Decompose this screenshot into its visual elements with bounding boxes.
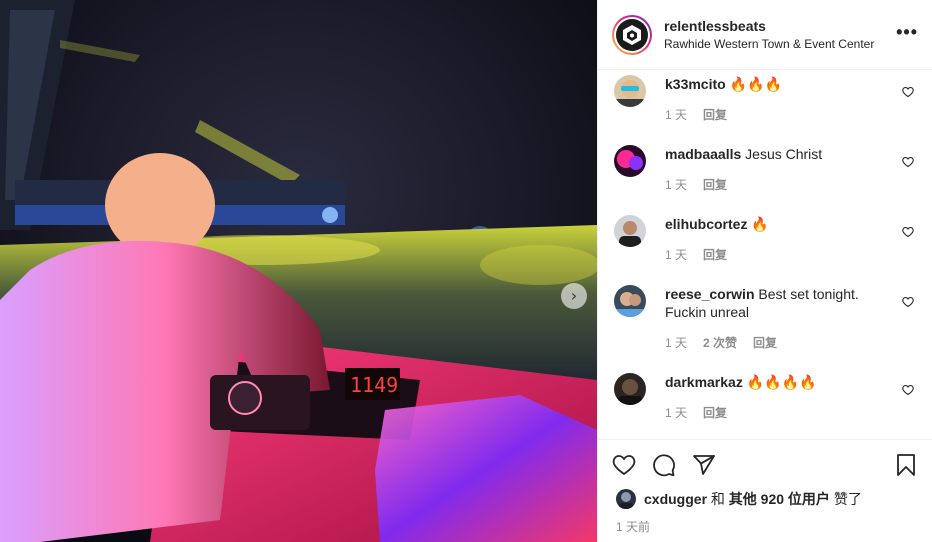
comment-item: reese_corwin Best set tonight. Fuckin un…	[614, 285, 920, 352]
reply-button[interactable]: 回复	[703, 176, 727, 194]
commenter-avatar[interactable]	[614, 373, 646, 405]
comment-like-button[interactable]	[902, 295, 914, 313]
heart-icon	[612, 455, 636, 476]
comment-text: 🔥🔥🔥	[729, 76, 782, 92]
comment-item: elihubcortez 🔥 1 天 回复	[614, 215, 920, 264]
comment-time[interactable]: 1 天	[665, 246, 687, 264]
heart-icon	[902, 226, 914, 238]
profile-avatar[interactable]	[612, 14, 652, 55]
share-button[interactable]	[692, 453, 716, 477]
post-location[interactable]: Rawhide Western Town & Event Center	[664, 37, 874, 51]
liker-avatar[interactable]	[616, 489, 636, 509]
comment-item: k33mcito 🔥🔥🔥 1 天 回复	[614, 75, 920, 124]
commenter-avatar[interactable]	[614, 145, 646, 177]
comment-username[interactable]: elihubcortez	[665, 216, 747, 232]
comment-time[interactable]: 1 天	[665, 106, 687, 124]
svg-text:1149: 1149	[350, 373, 398, 397]
comment-text: 🔥🔥🔥🔥	[746, 374, 817, 390]
likes-connector: 和	[707, 491, 729, 507]
likes-summary: cxdugger 和 其他 920 位用户 赞了	[598, 489, 932, 509]
comment-username[interactable]: k33mcito	[665, 76, 726, 92]
comments-list[interactable]: k33mcito 🔥🔥🔥 1 天 回复 madbaaalls Jesus Chr…	[598, 71, 932, 439]
save-button[interactable]	[894, 453, 918, 482]
post-photo[interactable]: 1149 ›	[0, 0, 597, 542]
commenter-avatar[interactable]	[614, 75, 646, 107]
reply-button[interactable]: 回复	[703, 106, 727, 124]
comment-time[interactable]: 1 天	[665, 334, 687, 352]
post-timestamp[interactable]: 1 天前	[598, 518, 932, 535]
comment-item: madbaaalls Jesus Christ 1 天 回复	[614, 145, 920, 194]
heart-icon	[902, 86, 914, 98]
liker-username[interactable]: cxdugger	[644, 491, 707, 507]
comment-username[interactable]: reese_corwin	[665, 286, 755, 302]
like-button[interactable]	[612, 453, 636, 477]
heart-icon	[902, 156, 914, 168]
concert-photo-image: 1149	[0, 0, 597, 542]
comment-icon	[653, 454, 675, 477]
post-username[interactable]: relentlessbeats	[664, 18, 874, 34]
comment-like-button[interactable]	[902, 155, 914, 173]
relentless-beats-logo-icon	[623, 24, 641, 45]
bookmark-icon	[897, 454, 915, 476]
post-actions: cxdugger 和 其他 920 位用户 赞了 1 天前	[598, 439, 932, 542]
more-options-button[interactable]: •••	[896, 22, 918, 43]
comment-button[interactable]	[652, 453, 676, 477]
comment-username[interactable]: madbaaalls	[665, 146, 741, 162]
next-photo-button[interactable]: ›	[561, 283, 587, 309]
reply-button[interactable]: 回复	[703, 404, 727, 422]
comment-time[interactable]: 1 天	[665, 176, 687, 194]
comment-like-button[interactable]	[902, 383, 914, 401]
commenter-avatar[interactable]	[614, 215, 646, 247]
comment-username[interactable]: darkmarkaz	[665, 374, 743, 390]
post-header: relentlessbeats Rawhide Western Town & E…	[598, 0, 932, 70]
comment-time[interactable]: 1 天	[665, 404, 687, 422]
reply-button[interactable]: 回复	[753, 334, 777, 352]
paper-plane-icon	[693, 455, 715, 475]
heart-icon	[902, 384, 914, 396]
reply-button[interactable]: 回复	[703, 246, 727, 264]
more-icon: •••	[896, 22, 918, 42]
post-panel: relentlessbeats Rawhide Western Town & E…	[597, 0, 932, 542]
likes-count-link[interactable]: 其他 920 位用户	[729, 489, 830, 509]
chevron-right-icon: ›	[570, 286, 578, 305]
comment-text: Jesus Christ	[745, 146, 823, 162]
likes-suffix: 赞了	[829, 491, 862, 507]
comment-like-button[interactable]	[902, 85, 914, 103]
comment-likes-count[interactable]: 2 次赞	[703, 334, 737, 352]
heart-icon	[902, 296, 914, 308]
comment-text: 🔥	[751, 216, 769, 232]
comment-like-button[interactable]	[902, 225, 914, 243]
commenter-avatar[interactable]	[614, 285, 646, 317]
comment-item: darkmarkaz 🔥🔥🔥🔥 1 天 回复	[614, 373, 920, 422]
